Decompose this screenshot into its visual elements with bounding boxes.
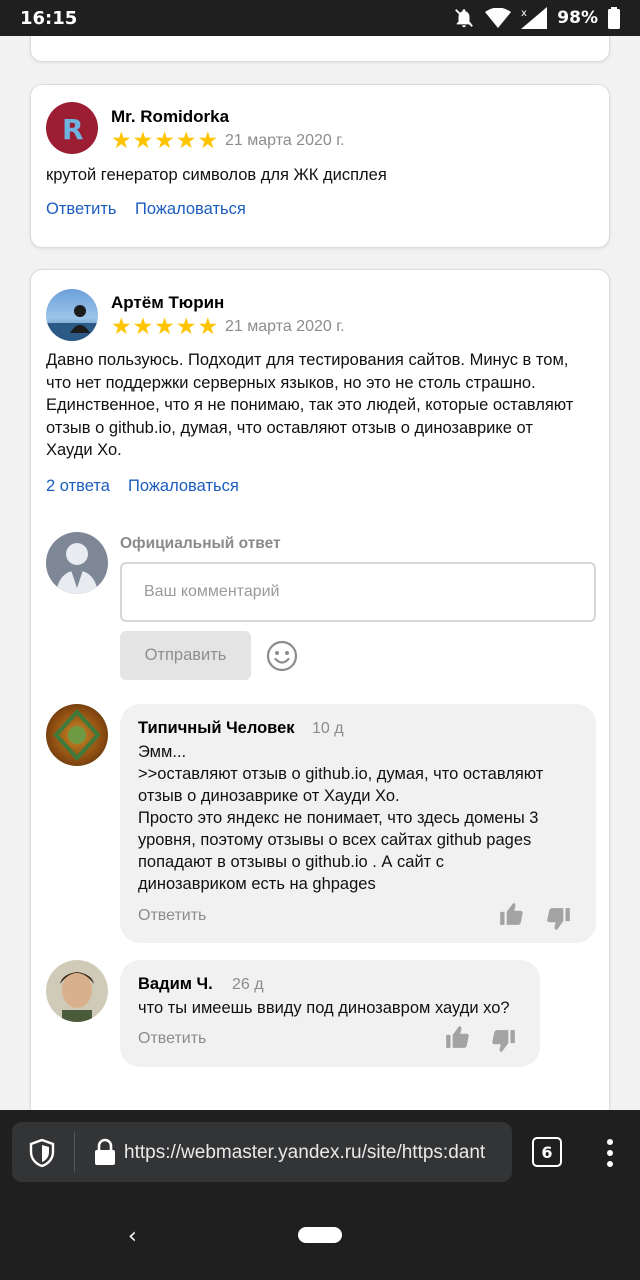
reply-author[interactable]: Вадим Ч. — [138, 975, 213, 994]
star-icon: ★ — [111, 128, 132, 154]
reply-bubble: Вадим Ч. 26 д что ты имеешь ввиду под ди… — [120, 960, 540, 1067]
battery-icon — [608, 7, 620, 29]
avatar-logo-icon: R — [62, 113, 84, 146]
reply-text-line: >>оставляют отзыв о github.io, думая, чт… — [138, 765, 544, 783]
star-icon: ★ — [197, 314, 219, 340]
reply-text-line: отзыв о динозаврике от Хауди Хо. — [138, 787, 400, 805]
tab-switcher-button[interactable]: 6 — [532, 1137, 562, 1167]
star-icon: ★ — [154, 128, 175, 154]
reply-age: 10 д — [312, 720, 344, 737]
star-icon: ★ — [132, 314, 154, 340]
official-reply-label: Официальный ответ — [120, 535, 281, 552]
reply-link[interactable]: Ответить — [138, 907, 206, 925]
review-text-line: отзыв о github.io, думая, что оставляют … — [46, 418, 533, 437]
review-text-line: Единственное, что я не понимаю, так это … — [46, 396, 574, 414]
star-icon: ★ — [175, 314, 197, 340]
review-text-line: что нет поддержки серверных языков, но э… — [46, 373, 536, 392]
reply-author[interactable]: Типичный Человек — [138, 719, 295, 738]
send-button[interactable]: Отправить — [120, 631, 251, 680]
battery-level: 98% — [557, 8, 598, 28]
reviews-page: R Mr. Romidorka ★ ★ ★ ★ ★ 21 марта 2020 … — [0, 36, 640, 1110]
avatar[interactable] — [46, 289, 98, 341]
reply-bubble: Типичный Человек 10 д Эмм... >>оставляют… — [120, 704, 596, 943]
reply-text: Эмм... >>оставляют отзыв о github.io, ду… — [138, 741, 588, 895]
review-author[interactable]: Mr. Romidorka — [111, 107, 229, 127]
review-date: 21 марта 2020 г. — [225, 318, 345, 335]
star-icon: ★ — [175, 128, 197, 154]
back-button[interactable]: ‹ — [128, 1224, 137, 1249]
notifications-off-icon — [455, 9, 474, 28]
svg-text:x: x — [521, 8, 527, 19]
review-card: R Mr. Romidorka ★ ★ ★ ★ ★ 21 марта 2020 … — [30, 84, 610, 248]
reply-text: что ты имеешь ввиду под динозавром хауди… — [138, 997, 538, 1019]
avatar[interactable]: R — [46, 102, 98, 154]
person-silhouette-icon — [56, 543, 98, 594]
emoji-icon[interactable] — [266, 640, 298, 672]
avatar-emblem-icon — [53, 709, 101, 761]
rating-stars: ★ ★ ★ ★ ★ — [111, 129, 218, 153]
browser-toolbar: https://webmaster.yandex.ru/site/https:d… — [0, 1110, 640, 1194]
thumbs-up-icon[interactable] — [498, 901, 524, 927]
review-card: Артём Тюрин ★ ★ ★ ★ ★ 21 марта 2020 г. Д… — [30, 269, 610, 1110]
thumbs-down-icon[interactable] — [546, 906, 572, 932]
review-author[interactable]: Артём Тюрин — [111, 293, 224, 313]
reply-text-line: Просто это яндекс не понимает, что здесь… — [138, 809, 539, 827]
star-icon: ★ — [154, 314, 175, 340]
shield-icon[interactable] — [29, 1139, 55, 1167]
previous-review-card — [30, 36, 610, 62]
reply-age: 26 д — [232, 976, 264, 993]
divider — [74, 1132, 75, 1172]
star-icon: ★ — [111, 314, 132, 340]
status-icons: x 98% — [453, 7, 620, 29]
system-nav-bar: ‹ — [0, 1194, 640, 1280]
reply-text-line: динозавриком есть на ghpages — [138, 875, 376, 893]
lock-icon — [95, 1138, 115, 1165]
report-link[interactable]: Пожаловаться — [135, 200, 246, 219]
reply-text-line: попадают в отзывы о github.io . А сайт с — [138, 853, 445, 871]
report-link[interactable]: Пожаловаться — [128, 477, 239, 496]
home-button[interactable] — [298, 1227, 342, 1243]
avatar-photo-icon — [60, 972, 94, 1022]
reply-text-line: уровня, поэтому отзывы о всех сайтах git… — [138, 831, 532, 849]
wifi-icon — [485, 8, 512, 28]
review-text: крутой генератор символов для ЖК дисплея — [46, 166, 387, 184]
avatar[interactable] — [46, 704, 108, 766]
signal-icon: x — [521, 7, 548, 29]
reply-text-line: Эмм... — [138, 743, 187, 761]
avatar[interactable] — [46, 960, 108, 1022]
avatar-photo-icon — [46, 305, 98, 341]
owner-avatar — [46, 532, 108, 594]
star-icon: ★ — [132, 128, 154, 154]
review-text: Давно пользуюсь. Подходит для тестирован… — [46, 349, 606, 462]
review-date: 21 марта 2020 г. — [225, 132, 345, 149]
reply-text-line: что ты имеешь ввиду под динозавром хауди… — [138, 999, 510, 1017]
more-options-icon[interactable] — [604, 1138, 616, 1168]
reply-link[interactable]: Ответить — [46, 200, 117, 219]
thumbs-down-icon[interactable] — [491, 1028, 517, 1054]
status-bar: 16:15 x 98% — [0, 0, 640, 36]
replies-link[interactable]: 2 ответа — [46, 477, 110, 496]
rating-stars: ★ ★ ★ ★ ★ — [111, 315, 218, 339]
thumbs-up-icon[interactable] — [444, 1024, 470, 1050]
comment-input[interactable] — [120, 562, 596, 622]
reply-link[interactable]: Ответить — [138, 1030, 206, 1048]
url-text[interactable]: https://webmaster.yandex.ru/site/https:d… — [124, 1142, 498, 1164]
review-text-line: Хауди Хо. — [46, 441, 122, 459]
review-text-line: Давно пользуюсь. Подходит для тестирован… — [46, 351, 569, 369]
star-icon: ★ — [197, 128, 219, 154]
svg-text:R: R — [62, 113, 84, 146]
clock: 16:15 — [20, 7, 78, 29]
